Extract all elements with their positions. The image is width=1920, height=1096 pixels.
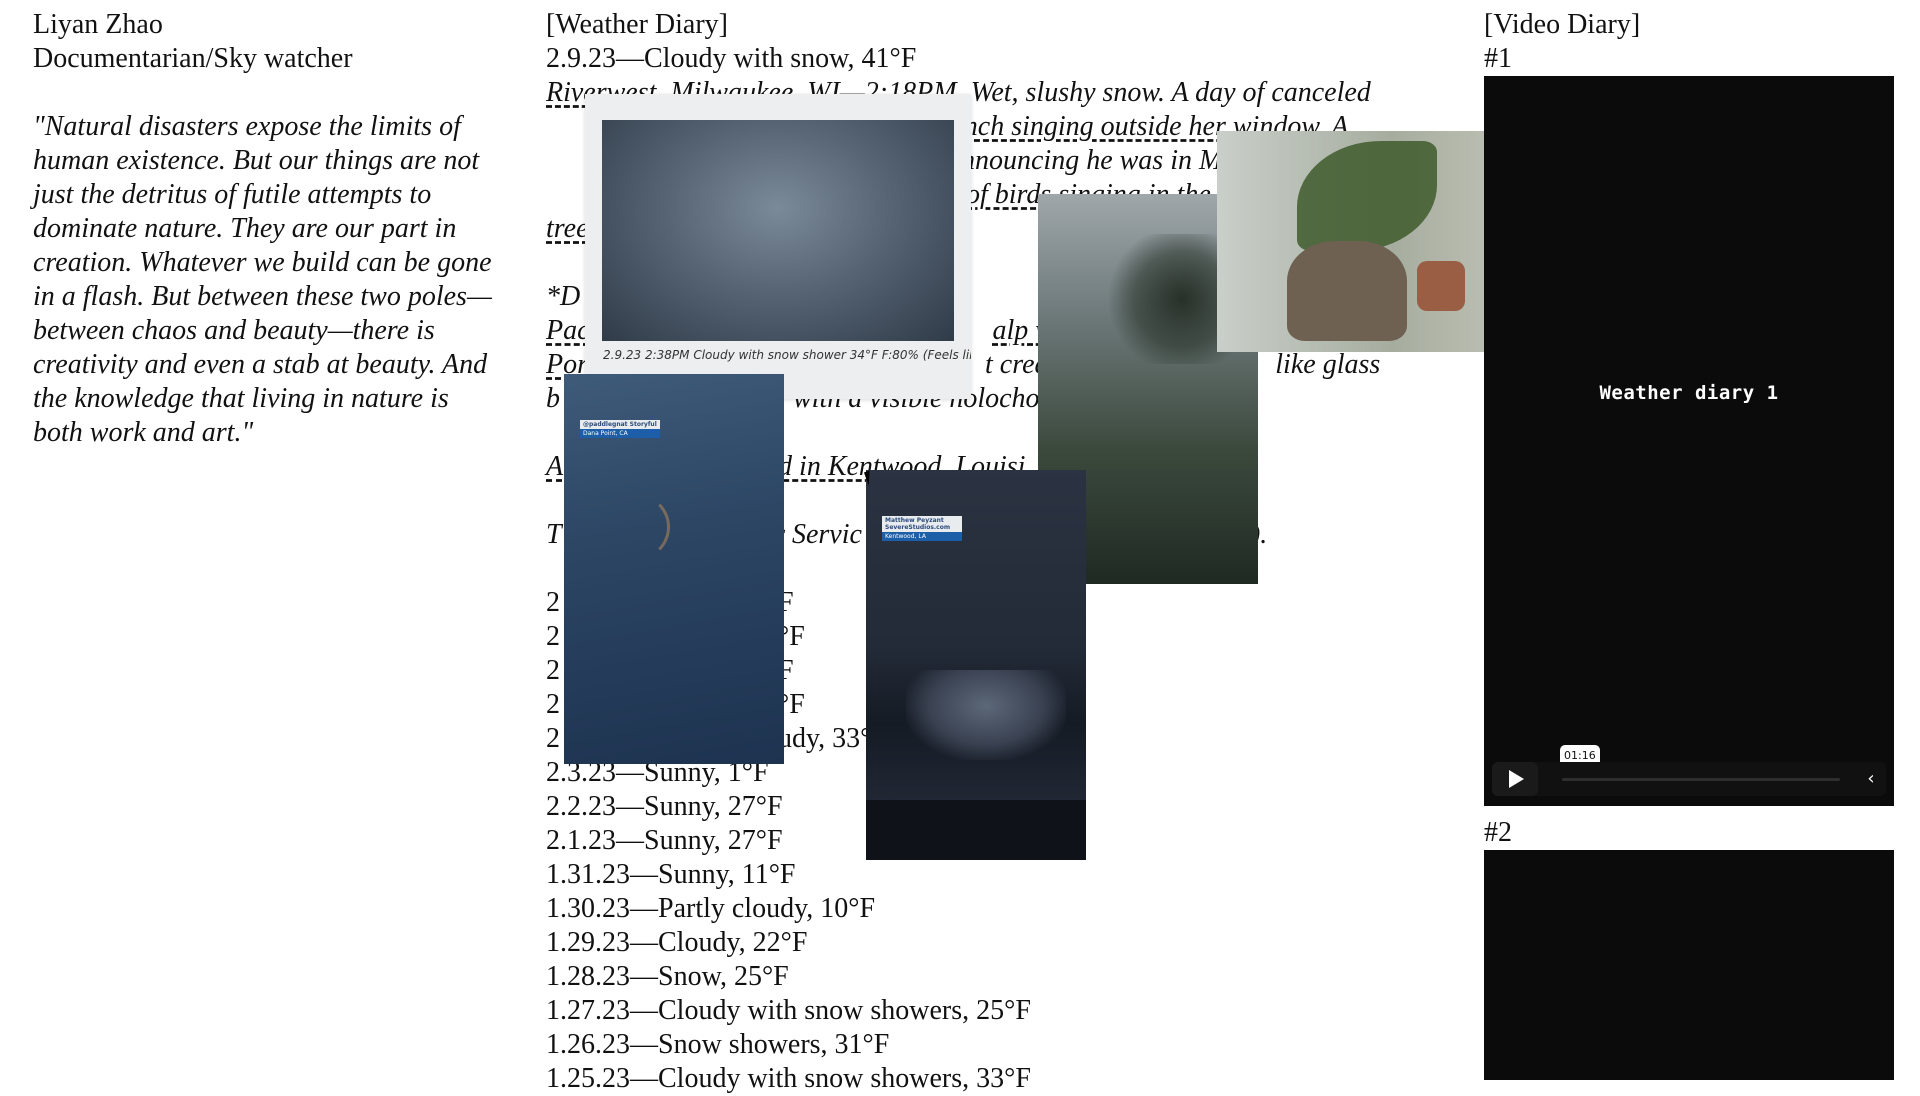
video-diary: [Video Diary] #1 Weather diary 1 01:16 ‹… [1484,8,1894,1080]
entry-title: 2.9.23—Cloudy with snow, 41°F [546,43,917,74]
author-role: Documentarian/Sky watcher [33,43,353,74]
polaroid-sky-photo[interactable]: 2.9.23 2:38PM Cloudy with snow shower 34… [585,94,971,399]
log-item: 1.28.23—Snow, 25°F [546,961,789,992]
entry-text: Wet, slushy snow. A day of canceled [970,77,1371,108]
video-player-1[interactable]: Weather diary 1 01:16 ‹ [1484,76,1894,806]
plant-leaf [1297,141,1437,251]
video-controls: ‹ [1492,762,1886,796]
author-name: Liyan Zhao [33,9,163,40]
tornado-credit-1: Matthew Peyzant SevereStudios.com [882,516,962,532]
log-item: 1.27.23—Cloudy with snow showers, 25°F [546,995,1031,1026]
video-2-label: #2 [1484,817,1512,848]
tornado-link-start[interactable]: A [546,451,563,482]
note-link-1[interactable]: Pac [546,315,590,346]
service-text: r Servic [774,519,862,550]
tornado-funnel [906,670,1066,760]
log-item: 1.26.23—Snow showers, 31°F [546,1029,890,1060]
polaroid-caption: 2.9.23 2:38PM Cloudy with snow shower 34… [603,348,971,362]
log-item: 1.29.23—Cloudy, 22°F [546,927,808,958]
note-text-4a: b [546,383,560,414]
play-icon [1509,770,1524,788]
tornado-road [866,800,1086,860]
sky-image [602,120,954,341]
scrub-bar[interactable] [1562,777,1840,781]
weather-diary-heading: [Weather Diary] [546,9,728,40]
video-1-title: Weather diary 1 [1599,382,1779,404]
ocean-credit-1: @paddlegnat Storyful [580,420,660,429]
play-button[interactable] [1492,762,1538,796]
author-column: Liyan Zhao Documentarian/Sky watcher "Na… [33,8,503,450]
tornado-credit-2: Kentwood, LA [882,532,962,541]
ocean-credit-tag: @paddlegnat Storyful Dana Point, CA [576,418,664,440]
author-quote: "Natural disasters expose the limits of … [33,111,492,448]
plant-pot [1287,241,1407,341]
note-text-3b: like glass [1275,349,1381,380]
ocean-streak [604,494,670,560]
video-player-2[interactable] [1484,850,1894,1080]
video-1-label: #1 [1484,43,1512,74]
chevron-left-icon[interactable]: ‹ [1856,762,1886,796]
log-item: 1.31.23—Sunny, 11°F [546,859,796,890]
plant-pot-small [1417,261,1465,311]
tornado-video-thumbnail[interactable]: Matthew Peyzant SevereStudios.com Kentwo… [866,470,1086,860]
ocean-credit-2: Dana Point, CA [580,429,660,438]
ocean-video-thumbnail[interactable]: @paddlegnat Storyful Dana Point, CA [564,374,784,764]
service-text-start: T [546,519,562,550]
log-item: 1.25.23—Cloudy with snow showers, 33°F [546,1063,1031,1094]
video-diary-heading: [Video Diary] [1484,9,1641,40]
log-item: 1.30.23—Partly cloudy, 10°F [546,893,876,924]
tornado-credit-tag: Matthew Peyzant SevereStudios.com Kentwo… [878,514,966,543]
